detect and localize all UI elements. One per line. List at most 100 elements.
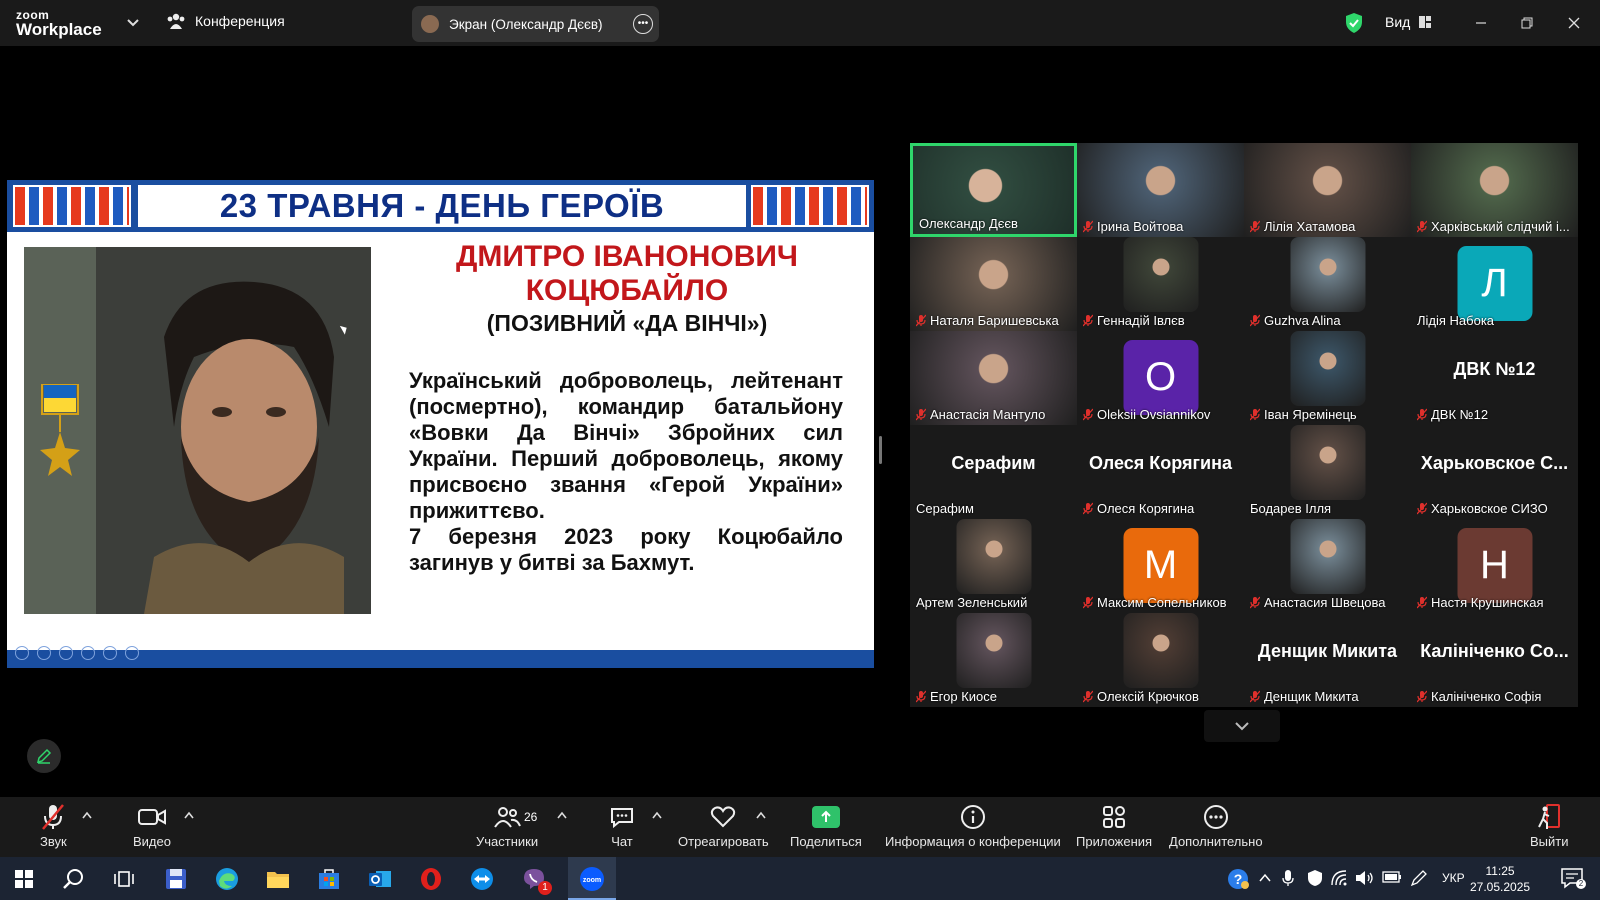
more-button[interactable]: Дополнительно bbox=[1169, 803, 1263, 849]
taskbar-viber[interactable]: 1 bbox=[518, 863, 552, 895]
participant-name: Настя Крушинская bbox=[1431, 595, 1544, 610]
conference-label: Конференция bbox=[195, 13, 285, 29]
video-options-caret-icon[interactable] bbox=[184, 811, 194, 819]
taskbar-save-app[interactable] bbox=[160, 863, 192, 895]
tray-pen[interactable] bbox=[1410, 869, 1428, 890]
participant-video bbox=[1290, 331, 1365, 406]
muted-mic-icon bbox=[1083, 596, 1093, 609]
close-button[interactable] bbox=[1563, 12, 1585, 34]
tray-security[interactable] bbox=[1306, 869, 1324, 890]
taskbar-teamviewer[interactable] bbox=[466, 863, 498, 895]
conference-button[interactable]: Конференция bbox=[166, 12, 285, 30]
muted-mic-icon bbox=[916, 690, 926, 703]
annotate-button[interactable] bbox=[27, 739, 61, 773]
apps-button[interactable]: Приложения bbox=[1076, 803, 1152, 849]
participant-tile[interactable]: Наталя Баришевська bbox=[910, 237, 1077, 331]
tray-overflow-chevron[interactable] bbox=[1258, 871, 1272, 888]
react-button[interactable]: Отреагировать bbox=[678, 803, 769, 849]
minimize-button[interactable] bbox=[1470, 12, 1492, 34]
participant-video bbox=[1290, 425, 1365, 500]
participant-tile[interactable]: Харьковское С... Харьковское СИЗО bbox=[1411, 425, 1578, 519]
next-slide-icon[interactable] bbox=[37, 646, 51, 660]
participants-icon bbox=[494, 807, 521, 828]
leave-meeting-button[interactable]: Выйти bbox=[1530, 803, 1569, 849]
taskbar-store[interactable] bbox=[313, 863, 345, 895]
participant-tile[interactable]: Анастасія Мантуло bbox=[910, 331, 1077, 425]
windows-taskbar: 1 zoom ? УКР 11:25 27.05.2025 2 bbox=[0, 857, 1600, 900]
participant-tile[interactable]: Олександр Дєєв bbox=[910, 143, 1077, 237]
view-button[interactable]: Вид bbox=[1385, 14, 1432, 30]
chat-button[interactable]: Чат bbox=[609, 803, 635, 849]
participant-tile[interactable]: Олеся Корягина Олеся Корягина bbox=[1077, 425, 1244, 519]
participant-name: Харківський слідчий і... bbox=[1431, 219, 1570, 234]
participant-tile[interactable]: O Oleksii Ovsiannikov bbox=[1077, 331, 1244, 425]
chat-caret-icon[interactable] bbox=[652, 811, 662, 819]
tray-battery[interactable] bbox=[1382, 871, 1402, 886]
react-caret-icon[interactable] bbox=[756, 811, 766, 819]
taskbar-file-explorer[interactable] bbox=[262, 863, 294, 895]
search-button[interactable] bbox=[58, 863, 90, 895]
slides-overview-icon[interactable] bbox=[81, 646, 95, 660]
start-button[interactable] bbox=[8, 863, 40, 895]
participant-name: Анастасия Швецова bbox=[1264, 595, 1386, 610]
audio-button[interactable]: Звук bbox=[40, 803, 67, 849]
share-arrow-icon bbox=[811, 806, 840, 828]
participant-tile[interactable]: Л Лідія Набока bbox=[1411, 237, 1578, 331]
system-clock[interactable]: 11:25 27.05.2025 bbox=[1470, 863, 1530, 895]
meeting-info-button[interactable]: Информация о конференции bbox=[885, 803, 1061, 849]
participants-caret-icon[interactable] bbox=[557, 811, 567, 819]
video-button[interactable]: Видео bbox=[133, 803, 171, 849]
slide-title: 23 ТРАВНЯ - ДЕНЬ ГЕРОЇВ bbox=[138, 185, 746, 227]
chevron-down-icon[interactable] bbox=[126, 15, 140, 29]
prev-slide-icon[interactable] bbox=[15, 646, 29, 660]
shared-screen-slide[interactable]: 23 ТРАВНЯ - ДЕНЬ ГЕРОЇВ ДМИТРО ІВАНОНОВИ bbox=[7, 180, 874, 668]
participant-tile[interactable]: Артем Зеленський bbox=[910, 519, 1077, 613]
participant-tile[interactable]: Guzhva Alina bbox=[1244, 237, 1411, 331]
notifications-button[interactable]: 2 bbox=[1560, 867, 1586, 892]
participant-tile[interactable]: Н Настя Крушинская bbox=[1411, 519, 1578, 613]
task-view-button[interactable] bbox=[108, 863, 140, 895]
participant-tile[interactable]: Ірина Войтова bbox=[1077, 143, 1244, 237]
participant-tile[interactable]: Серафим Серафим bbox=[910, 425, 1077, 519]
participant-tile[interactable]: Іван Яремінець bbox=[1244, 331, 1411, 425]
share-screen-button[interactable]: Поделиться bbox=[790, 803, 862, 849]
participant-tile[interactable]: Олексій Крючков bbox=[1077, 613, 1244, 707]
participant-tile[interactable]: Егор Киосе bbox=[910, 613, 1077, 707]
gallery-next-page-button[interactable] bbox=[1204, 710, 1280, 742]
participant-tile[interactable]: Геннадій Івлєв bbox=[1077, 237, 1244, 331]
participant-name-label: Максим Сопельников bbox=[1083, 595, 1227, 610]
pen-tool-icon[interactable] bbox=[59, 646, 73, 660]
taskbar-opera[interactable] bbox=[415, 863, 447, 895]
input-language[interactable]: УКР bbox=[1442, 871, 1465, 885]
participant-tile[interactable]: Денщик Микита Денщик Микита bbox=[1244, 613, 1411, 707]
participant-video bbox=[956, 613, 1031, 688]
participant-tile[interactable]: Бодарев Ілля bbox=[1244, 425, 1411, 519]
participant-tile[interactable]: Лілія Хатамова bbox=[1244, 143, 1411, 237]
participants-gallery: Олександр Дєєв Ірина Войтова Лілія Хатамов… bbox=[910, 143, 1578, 707]
view-splitter-handle[interactable] bbox=[879, 436, 882, 464]
tray-volume[interactable] bbox=[1354, 869, 1374, 890]
restore-button[interactable] bbox=[1516, 12, 1538, 34]
tray-wifi[interactable] bbox=[1330, 869, 1348, 890]
taskbar-outlook[interactable] bbox=[364, 863, 396, 895]
screen-share-indicator[interactable]: Экран (Олександр Дєєв) ••• bbox=[412, 6, 659, 42]
participant-tile[interactable]: ДВК №12 ДВК №12 bbox=[1411, 331, 1578, 425]
encryption-shield-icon[interactable] bbox=[1344, 12, 1364, 34]
minimize-icon bbox=[1476, 22, 1486, 24]
participant-tile[interactable]: Харківський слідчий і... bbox=[1411, 143, 1578, 237]
muted-mic-icon bbox=[916, 314, 926, 327]
participant-name: Харьковское СИЗО bbox=[1431, 501, 1548, 516]
taskbar-zoom[interactable]: zoom bbox=[576, 863, 608, 895]
more-options-icon[interactable]: ••• bbox=[633, 14, 653, 34]
zoom-slide-icon[interactable] bbox=[103, 646, 117, 660]
participant-tile[interactable]: M Максим Сопельников bbox=[1077, 519, 1244, 613]
info-icon bbox=[960, 805, 985, 829]
participant-tile[interactable]: Анастасия Швецова bbox=[1244, 519, 1411, 613]
ornament-right bbox=[751, 185, 869, 227]
participant-tile[interactable]: Калініченко Со... Калініченко Софія bbox=[1411, 613, 1578, 707]
help-tray-icon[interactable]: ? bbox=[1226, 867, 1250, 894]
tray-microphone[interactable] bbox=[1282, 869, 1294, 890]
slide-more-icon[interactable] bbox=[125, 646, 139, 660]
taskbar-edge-browser[interactable] bbox=[211, 863, 243, 895]
audio-options-caret-icon[interactable] bbox=[82, 811, 92, 819]
